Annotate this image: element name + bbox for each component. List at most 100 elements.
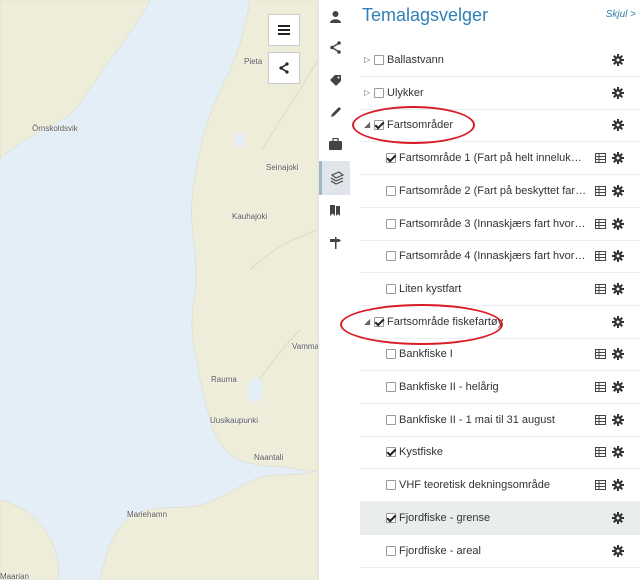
layer-checkbox[interactable] xyxy=(386,512,396,523)
gear-icon[interactable] xyxy=(612,544,624,557)
place-label: Mariehamn xyxy=(127,510,168,519)
draw-tool[interactable] xyxy=(319,96,351,128)
layer-row[interactable]: Liten kystfart xyxy=(360,273,640,306)
user-icon xyxy=(329,10,341,23)
layer-checkbox[interactable] xyxy=(386,283,396,294)
layer-row[interactable]: ▷ Ulykker xyxy=(360,77,640,110)
map-view[interactable]: Pieta Örnskoldsvik Seinajoki Kauhajoki V… xyxy=(0,0,318,580)
layer-row[interactable]: Fartsområde 3 (Innaskjærs fart hvor åpen… xyxy=(360,208,640,241)
layer-checkbox[interactable] xyxy=(386,218,396,229)
gear-icon[interactable] xyxy=(612,381,624,393)
gear-icon[interactable] xyxy=(612,152,624,165)
layer-row[interactable]: Bankfiske II - 1 mai til 31 august xyxy=(360,404,640,437)
layer-checkbox[interactable] xyxy=(386,480,396,491)
layer-checkbox[interactable] xyxy=(386,382,396,392)
layer-label: Bankfiske II - 1 mai til 31 august xyxy=(399,413,555,426)
layer-checkbox[interactable] xyxy=(386,349,396,360)
table-icon[interactable] xyxy=(595,447,606,458)
hamburger-icon xyxy=(278,25,290,35)
share-icon xyxy=(329,40,341,54)
table-icon[interactable] xyxy=(595,349,606,360)
layer-label: Fartsområde 2 (Fart på beskyttet farvann… xyxy=(399,184,587,197)
layer-row[interactable]: VHF teoretisk dekningsområde xyxy=(360,469,640,503)
layer-label: Fartsområde fiskefartøy xyxy=(387,315,504,328)
user-tool[interactable] xyxy=(319,0,351,32)
gear-icon[interactable] xyxy=(612,446,624,459)
gear-icon[interactable] xyxy=(612,511,624,524)
gear-icon[interactable] xyxy=(612,217,624,230)
share-tool[interactable] xyxy=(319,31,351,63)
layer-checkbox[interactable] xyxy=(386,185,396,196)
menu-button[interactable] xyxy=(268,14,300,46)
layer-row[interactable]: ◢ Fartsområde fiskefartøy xyxy=(360,306,640,339)
place-label: Kauhajoki xyxy=(232,212,268,221)
place-label: Örnskoldsvik xyxy=(32,124,78,133)
layer-label: Fjordfiske - grense xyxy=(399,511,491,524)
place-label: Pieta xyxy=(244,57,263,66)
layer-checkbox[interactable] xyxy=(386,153,396,164)
layer-row[interactable]: ▷ Ballastvann xyxy=(360,44,640,77)
layers-tool[interactable] xyxy=(319,161,351,195)
collapse-arrow-icon[interactable]: ◢ xyxy=(364,120,370,129)
bookmark-icon xyxy=(330,204,340,216)
layer-checkbox[interactable] xyxy=(374,316,384,327)
gear-icon[interactable] xyxy=(612,348,624,361)
place-label: Seinajoki xyxy=(266,163,299,172)
layer-label: Liten kystfart xyxy=(399,282,462,295)
collapse-button[interactable] xyxy=(268,52,300,84)
table-icon[interactable] xyxy=(595,185,606,196)
gear-icon[interactable] xyxy=(612,119,624,132)
gear-icon[interactable] xyxy=(612,54,624,66)
layer-label: Fartsområde 3 (Innaskjærs fart hvor åpen… xyxy=(399,217,587,230)
gear-icon[interactable] xyxy=(612,479,624,492)
layers-icon xyxy=(330,171,344,185)
layer-row[interactable]: Fartsområde 4 (Innaskjærs fart hvor åpen… xyxy=(360,240,640,274)
gear-icon[interactable] xyxy=(612,315,624,328)
tag-icon xyxy=(329,74,341,86)
layer-checkbox[interactable] xyxy=(374,87,384,98)
gear-icon[interactable] xyxy=(612,413,624,426)
layer-label: Ballastvann xyxy=(387,54,444,66)
table-icon[interactable] xyxy=(595,153,606,164)
bookmark-tool[interactable] xyxy=(319,194,351,226)
gear-icon[interactable] xyxy=(612,250,624,263)
layer-row[interactable]: Fjordfiske - areal xyxy=(360,535,640,568)
place-label: Maarian xyxy=(0,572,29,580)
table-icon[interactable] xyxy=(595,382,606,392)
layer-row[interactable]: Bankfiske II - helårig xyxy=(360,371,640,404)
briefcase-icon xyxy=(328,138,342,150)
layer-checkbox[interactable] xyxy=(374,55,384,65)
expand-arrow-icon[interactable]: ▷ xyxy=(364,55,370,64)
table-icon[interactable] xyxy=(595,480,606,491)
signpost-tool[interactable] xyxy=(319,226,351,258)
table-icon[interactable] xyxy=(595,218,606,229)
layer-checkbox[interactable] xyxy=(386,545,396,556)
hide-panel-link[interactable]: Skjul > xyxy=(606,9,636,20)
layer-row[interactable]: Fartsområde 2 (Fart på beskyttet farvann… xyxy=(360,175,640,208)
layer-checkbox[interactable] xyxy=(386,414,396,425)
layer-checkbox[interactable] xyxy=(386,251,396,262)
gear-icon[interactable] xyxy=(612,184,624,197)
gear-icon[interactable] xyxy=(612,86,624,99)
layer-row[interactable]: Fartsområde 1 (Fart på helt innelukket f… xyxy=(360,142,640,176)
table-icon[interactable] xyxy=(595,414,606,425)
expand-arrow-icon[interactable]: ▷ xyxy=(364,88,370,97)
table-icon[interactable] xyxy=(595,251,606,262)
pencil-icon xyxy=(330,106,341,117)
gear-icon[interactable] xyxy=(612,282,624,295)
table-icon[interactable] xyxy=(595,283,606,294)
layer-row[interactable]: Bankfiske I xyxy=(360,338,640,372)
layer-row[interactable]: Fjordfiske - grense xyxy=(360,501,640,535)
tag-tool[interactable] xyxy=(319,63,351,95)
collapse-arrow-icon[interactable]: ◢ xyxy=(364,317,370,326)
tool-strip xyxy=(318,0,351,580)
place-label: Naantali xyxy=(254,453,284,462)
share-icon xyxy=(279,62,289,74)
layer-row[interactable]: ◢ Fartsområder xyxy=(360,109,640,143)
layer-row[interactable]: Kystfiske xyxy=(360,436,640,470)
layer-checkbox[interactable] xyxy=(386,447,396,458)
layer-label: Fartsområde 4 (Innaskjærs fart hvor åpen… xyxy=(399,250,587,263)
layer-label: Ulykker xyxy=(387,86,424,99)
layer-checkbox[interactable] xyxy=(374,120,384,131)
tools-tool[interactable] xyxy=(319,128,351,160)
